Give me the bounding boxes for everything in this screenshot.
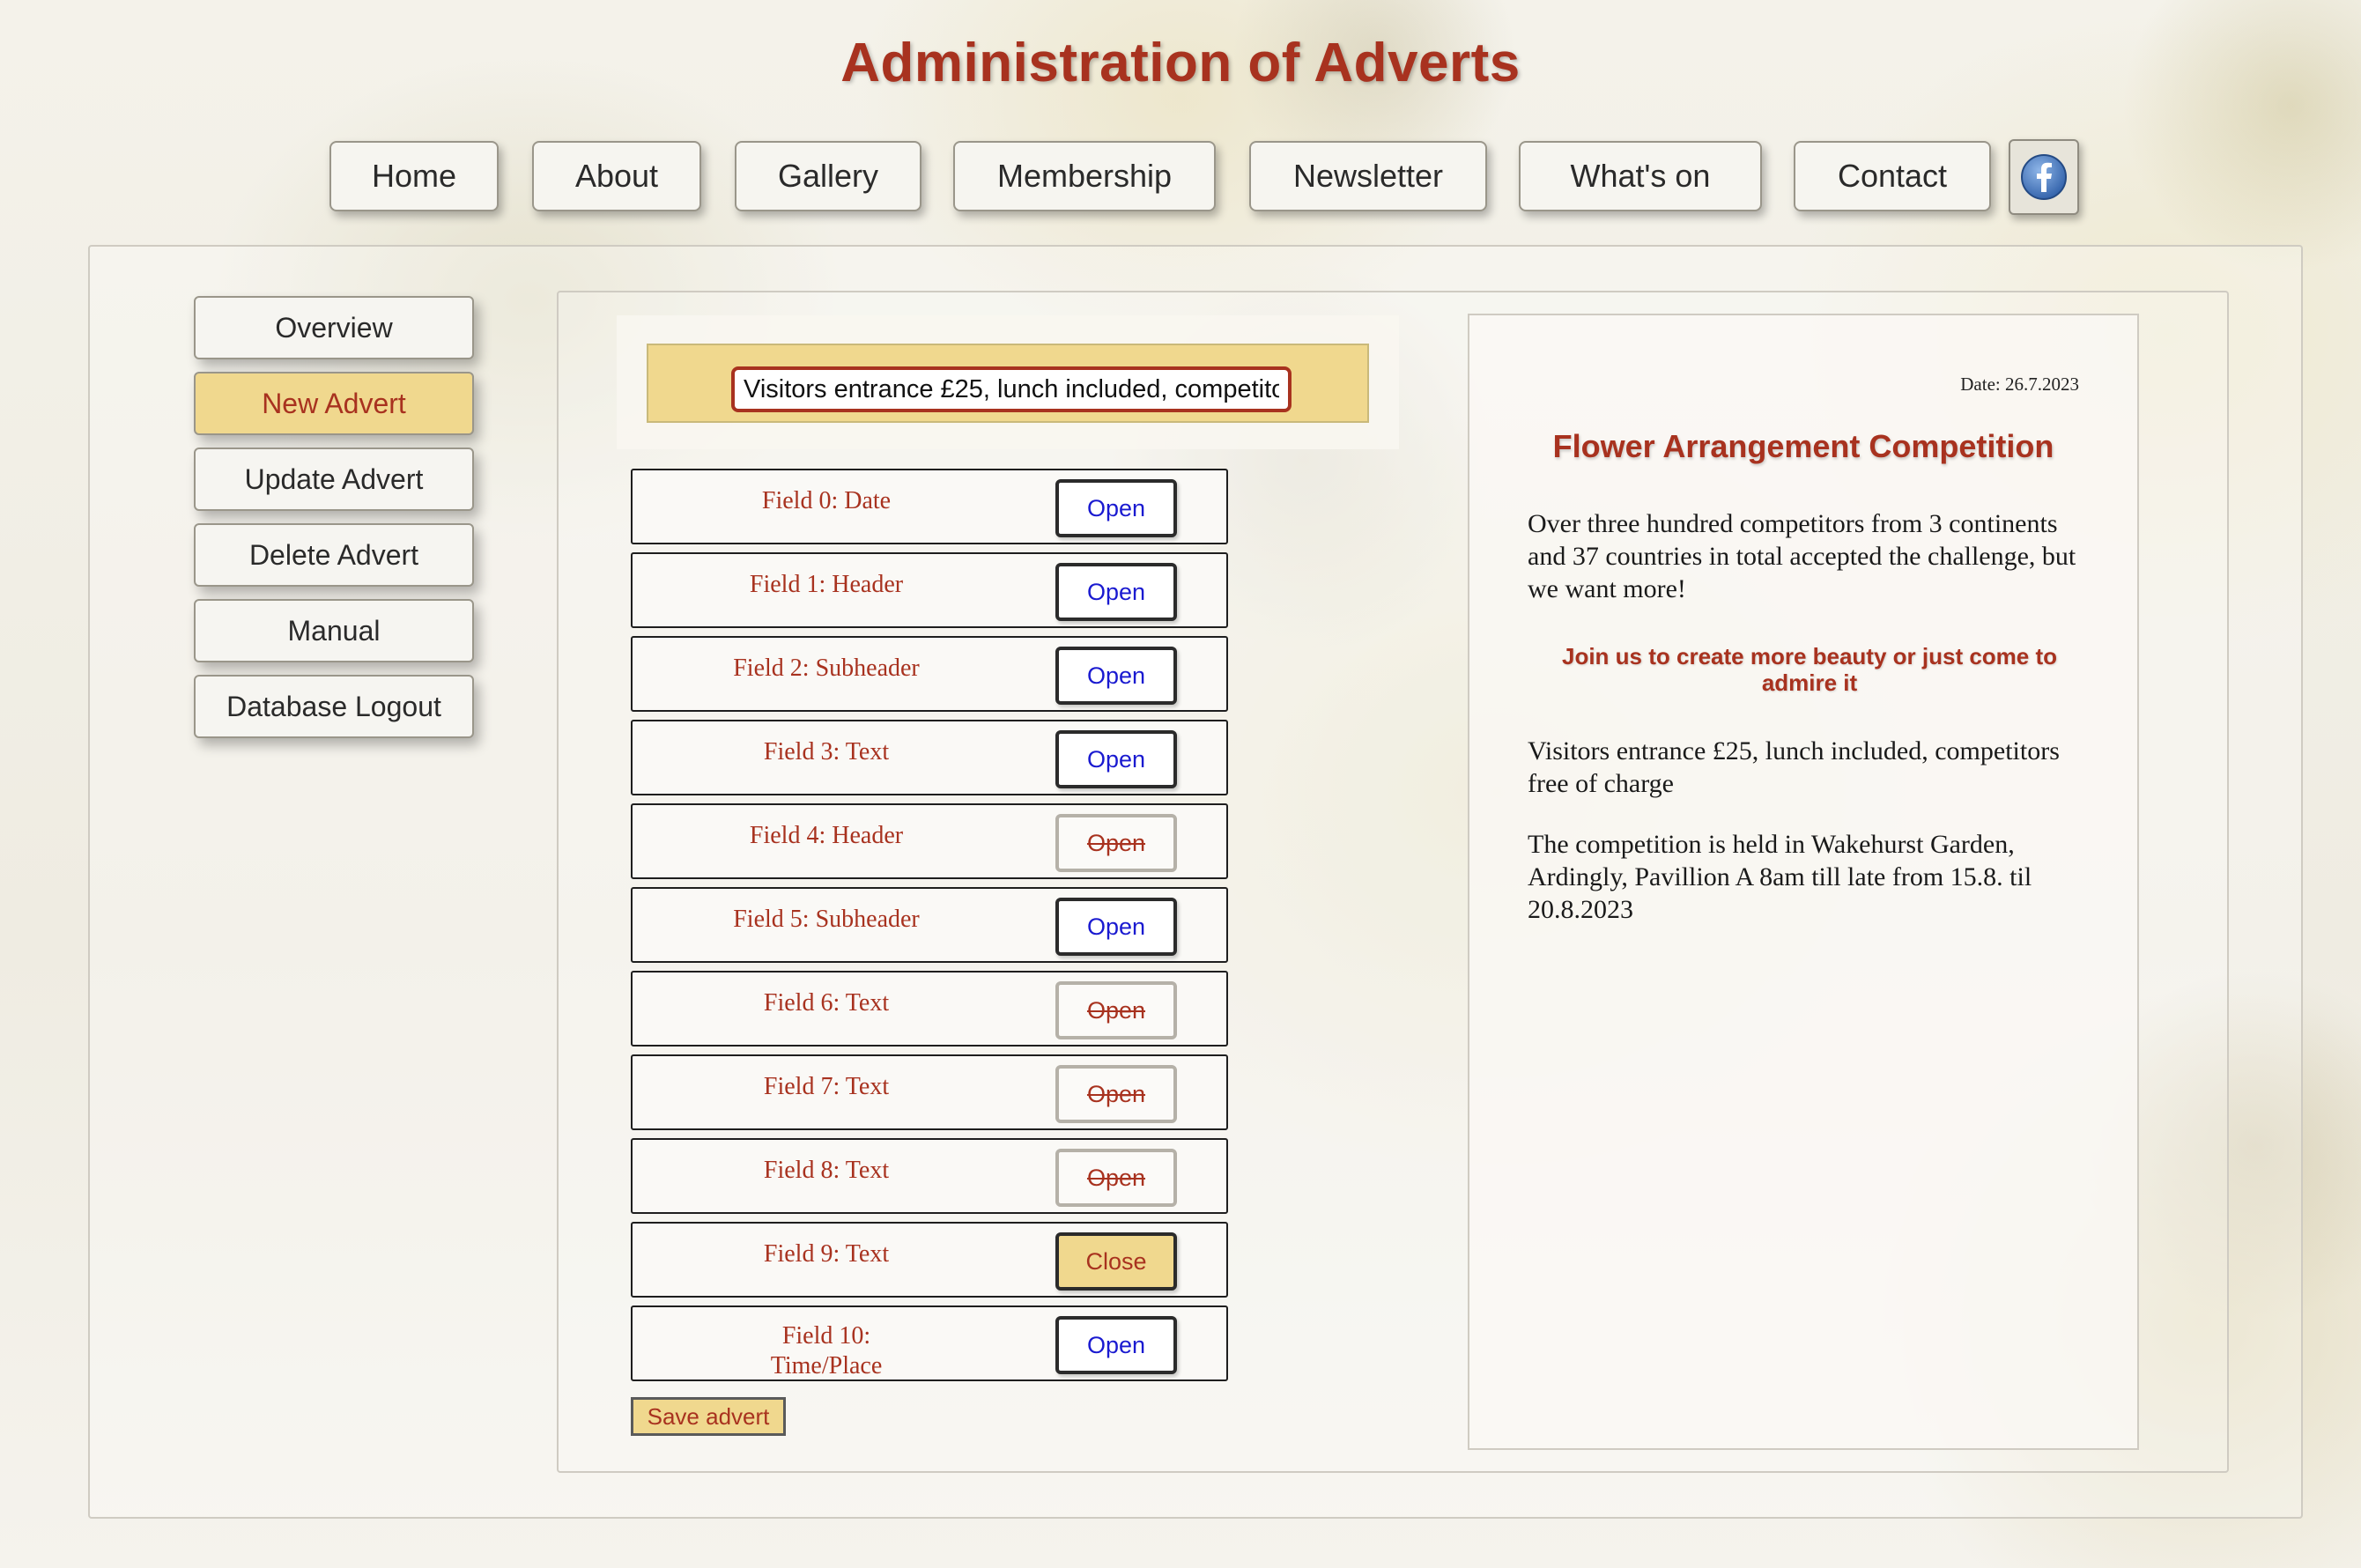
- field-row: Field 0: Date Open: [631, 469, 1228, 544]
- field-label: Field 6: Text: [763, 989, 890, 1017]
- sidebar-delete-advert-button[interactable]: Delete Advert: [194, 523, 474, 587]
- advert-preview: Date: 26.7.2023 Flower Arrangement Compe…: [1468, 314, 2139, 1450]
- sidebar-update-advert-button[interactable]: Update Advert: [194, 447, 474, 511]
- field-row: Field 8: Text Open: [631, 1138, 1228, 1214]
- field-toggle-button: Open: [1055, 1149, 1177, 1207]
- page-title: Administration of Adverts: [840, 33, 1521, 93]
- nav-about-button[interactable]: About: [532, 141, 701, 211]
- field-toggle-button[interactable]: Close: [1055, 1232, 1177, 1291]
- field-label: Field 2: Subheader: [733, 655, 920, 682]
- field-row: Field 4: Header Open: [631, 803, 1228, 879]
- main-nav: Home About Gallery Membership Newsletter…: [0, 139, 2361, 215]
- field-row: Field 7: Text Open: [631, 1054, 1228, 1130]
- field-label: Field 4: Header: [749, 822, 904, 849]
- field-label: Field 5: Subheader: [733, 906, 920, 933]
- preview-text: Over three hundred competitors from 3 co…: [1528, 509, 2076, 603]
- nav-contact-button[interactable]: Contact: [1794, 141, 1991, 211]
- save-advert-button[interactable]: Save advert: [631, 1397, 786, 1436]
- field-label: Field 10: Time/Place: [770, 1322, 883, 1379]
- sidebar-overview-button[interactable]: Overview: [194, 296, 474, 359]
- nav-membership-button[interactable]: Membership: [953, 141, 1216, 211]
- field-toggle-button[interactable]: Open: [1055, 647, 1177, 705]
- sidebar-database-logout-button[interactable]: Database Logout: [194, 675, 474, 738]
- nav-whats-on-button[interactable]: What's on: [1519, 141, 1762, 211]
- nav-newsletter-button[interactable]: Newsletter: [1249, 141, 1487, 211]
- preview-text: The competition is held in Wakehurst Gar…: [1528, 830, 2032, 924]
- field-toggle-button[interactable]: Open: [1055, 479, 1177, 537]
- field-label: Field 1: Header: [749, 571, 904, 598]
- field-label: Field 7: Text: [763, 1073, 890, 1100]
- sidebar-manual-button[interactable]: Manual: [194, 599, 474, 662]
- text-input-bar: [647, 344, 1369, 423]
- field-toggle-button[interactable]: Open: [1055, 730, 1177, 788]
- preview-text: Visitors entrance £25, lunch included, c…: [1528, 736, 2060, 798]
- field-row: Field 6: Text Open: [631, 971, 1228, 1047]
- field-row: Field 3: Text Open: [631, 720, 1228, 795]
- field-toggle-button[interactable]: Open: [1055, 1316, 1177, 1374]
- field-row: Field 1: Header Open: [631, 552, 1228, 628]
- sidebar-new-advert-button[interactable]: New Advert: [194, 372, 474, 435]
- preview-date: Date: 26.7.2023: [1960, 374, 2079, 395]
- field-toggle-button: Open: [1055, 1065, 1177, 1123]
- nav-gallery-button[interactable]: Gallery: [735, 141, 921, 211]
- field-label: Field 3: Text: [763, 738, 890, 766]
- facebook-icon: [2021, 154, 2067, 200]
- advert-text-input[interactable]: [731, 366, 1292, 412]
- facebook-button[interactable]: [2009, 139, 2079, 215]
- field-toggle-button: Open: [1055, 814, 1177, 872]
- preview-header: Flower Arrangement Competition: [1552, 428, 2054, 464]
- field-toggle-button: Open: [1055, 981, 1177, 1039]
- field-row: Field 5: Subheader Open: [631, 887, 1228, 963]
- field-label: Field 0: Date: [761, 487, 892, 514]
- field-row: Field 2: Subheader Open: [631, 636, 1228, 712]
- field-row: Field 10: Time/Place Open: [631, 1305, 1228, 1381]
- nav-home-button[interactable]: Home: [329, 141, 499, 211]
- field-toggle-button[interactable]: Open: [1055, 898, 1177, 956]
- field-label: Field 9: Text: [763, 1240, 890, 1268]
- text-input-container: [617, 315, 1399, 449]
- field-row: Field 9: Text Close: [631, 1222, 1228, 1298]
- preview-subheader: Join us to create more beauty or just co…: [1561, 643, 2058, 696]
- field-toggle-button[interactable]: Open: [1055, 563, 1177, 621]
- field-label: Field 8: Text: [763, 1157, 890, 1184]
